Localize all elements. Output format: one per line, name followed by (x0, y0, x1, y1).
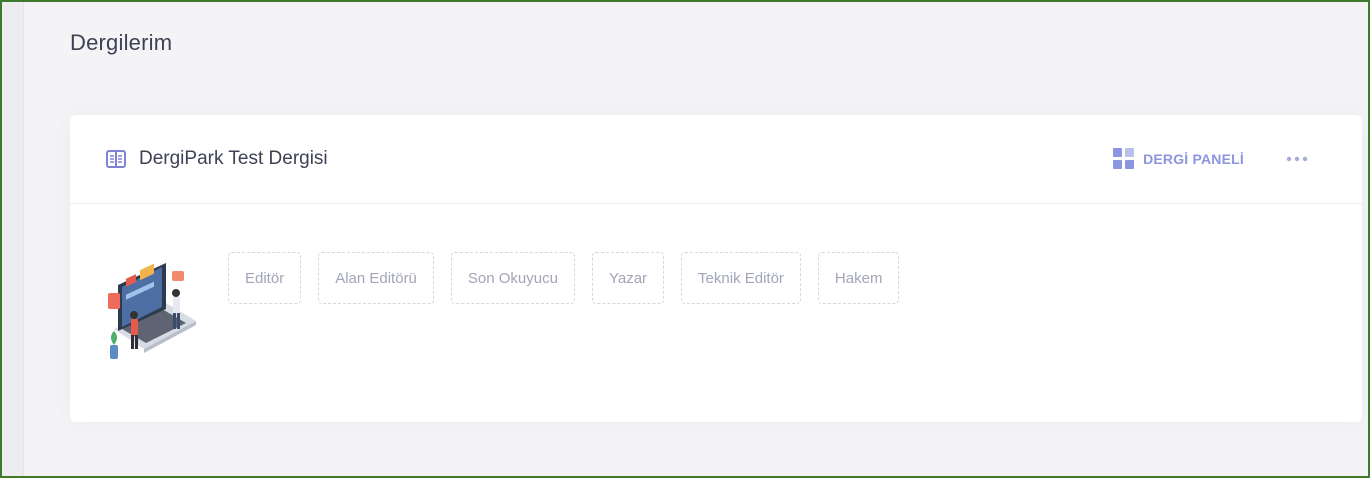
role-list: Editör Alan Editörü Son Okuyucu Yazar Te… (228, 252, 900, 304)
role-badge[interactable]: Editör (228, 252, 302, 304)
grid-icon (1113, 148, 1135, 169)
journal-card-header: DergiPark Test Dergisi DERGİ PANELİ (70, 115, 1362, 204)
sidebar-edge (2, 2, 24, 476)
journal-panel-label: DERGİ PANELİ (1143, 150, 1244, 167)
role-badge[interactable]: Alan Editörü (318, 252, 434, 304)
book-icon (105, 148, 127, 170)
role-badge[interactable]: Teknik Editör (681, 252, 801, 304)
page-title: Dergilerim (70, 30, 173, 55)
journal-illustration (104, 263, 200, 373)
journal-title[interactable]: DergiPark Test Dergisi (139, 148, 328, 170)
journal-panel-button[interactable]: DERGİ PANELİ (1113, 148, 1244, 169)
journal-card: DergiPark Test Dergisi DERGİ PANELİ Edit… (70, 115, 1362, 422)
app-frame: Dergilerim DergiPark Test Dergisi DERGİ … (0, 0, 1370, 478)
more-options-button[interactable] (1284, 149, 1310, 169)
role-badge[interactable]: Yazar (591, 252, 665, 304)
more-dots-icon (1286, 156, 1308, 162)
role-badge[interactable]: Hakem (817, 252, 900, 304)
role-badge[interactable]: Son Okuyucu (450, 252, 575, 304)
